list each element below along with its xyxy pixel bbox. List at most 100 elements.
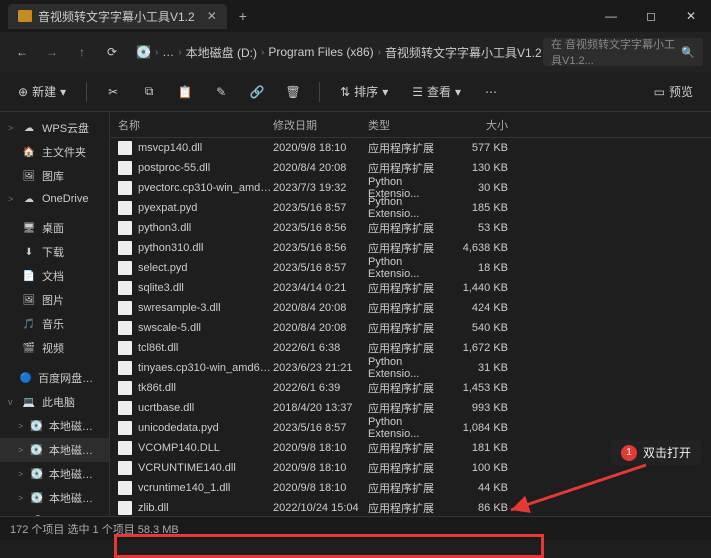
refresh-button[interactable]: ⟳ [98, 38, 126, 66]
col-name[interactable]: 名称 [118, 117, 273, 133]
file-name: ucrtbase.dll [138, 402, 273, 414]
sidebar-item[interactable]: 🏠主文件夹 [0, 140, 109, 164]
file-size: 18 KB [448, 262, 518, 274]
sidebar-icon: 🎬 [22, 341, 36, 355]
forward-button[interactable]: → [38, 38, 66, 66]
file-row[interactable]: pvectorc.cp310-win_amd64.pyd2023/7/3 19:… [110, 178, 711, 198]
file-size: 30 KB [448, 182, 518, 194]
more-button[interactable]: ⋯ [477, 81, 505, 103]
sidebar-item[interactable]: 🖥桌面 [0, 216, 109, 240]
sidebar-item[interactable]: >💽本地磁盘 (E:) [0, 462, 109, 486]
file-size: 577 KB [448, 142, 518, 154]
file-row[interactable]: python310.dll2023/5/16 8:56应用程序扩展4,638 K… [110, 238, 711, 258]
rename-button[interactable]: ✎ [207, 81, 235, 103]
file-row[interactable]: pyexpat.pyd2023/5/16 8:57Python Extensio… [110, 198, 711, 218]
sidebar-item[interactable]: 🔵百度网盘同步空间 [0, 366, 109, 390]
file-type: 应用程序扩展 [368, 380, 448, 396]
file-type: 应用程序扩展 [368, 460, 448, 476]
file-date: 2023/4/14 0:21 [273, 282, 368, 294]
search-input[interactable]: 在 音视频转文字字幕小工具V1.2... 🔍 [543, 38, 703, 66]
chevron-icon: > [18, 493, 24, 503]
sidebar-icon: 💽 [30, 491, 42, 505]
sidebar-item[interactable]: v💻此电脑 [0, 390, 109, 414]
breadcrumb[interactable]: 💽 › … › 本地磁盘 (D:) › Program Files (x86) … [128, 38, 541, 66]
file-row[interactable]: postproc-55.dll2020/8/4 20:08应用程序扩展130 K… [110, 158, 711, 178]
file-row[interactable]: tk86t.dll2022/6/1 6:39应用程序扩展1,453 KB [110, 378, 711, 398]
file-date: 2023/6/23 21:21 [273, 362, 368, 374]
crumb[interactable]: 音视频转文字字幕小工具V1.2 [385, 44, 541, 61]
file-type: 应用程序扩展 [368, 320, 448, 336]
sidebar-item[interactable]: 🖼图库 [0, 164, 109, 188]
file-row[interactable]: select.pyd2023/5/16 8:57Python Extensio.… [110, 258, 711, 278]
sidebar-item[interactable]: 🖼图片 [0, 288, 109, 312]
file-row[interactable]: unicodedata.pyd2023/5/16 8:57Python Exte… [110, 418, 711, 438]
sidebar-label: OneDrive [42, 193, 88, 205]
up-button[interactable]: ↑ [68, 38, 96, 66]
delete-button[interactable]: 🗑 [279, 81, 307, 103]
col-date[interactable]: 修改日期 [273, 117, 368, 133]
sidebar-item[interactable]: >☁OneDrive [0, 188, 109, 210]
cut-button[interactable]: ✂ [99, 81, 127, 103]
file-date: 2023/5/16 8:57 [273, 202, 368, 214]
sidebar-item[interactable]: >💽本地磁盘 (C:) [0, 414, 109, 438]
file-date: 2022/6/1 6:38 [273, 342, 368, 354]
file-size: 993 KB [448, 402, 518, 414]
share-button[interactable]: 🔗 [243, 81, 271, 103]
file-size: 181 KB [448, 442, 518, 454]
sidebar-label: 115 (\\CloudDi...) [48, 515, 101, 516]
file-type: 应用程序扩展 [368, 220, 448, 236]
file-date: 2023/5/16 8:57 [273, 422, 368, 434]
file-name: VCOMP140.DLL [138, 442, 273, 454]
sidebar-item[interactable]: >💽本地磁盘 (D:) [0, 438, 109, 462]
file-row[interactable]: zlib.dll2022/10/24 15:04应用程序扩展86 KB [110, 498, 711, 516]
col-size[interactable]: 大小 [448, 117, 518, 133]
file-row[interactable]: vcruntime140_1.dll2020/9/8 18:10应用程序扩展44… [110, 478, 711, 498]
crumb[interactable]: Program Files (x86) [268, 45, 373, 59]
tab-close-icon[interactable]: ✕ [207, 9, 217, 23]
file-row[interactable]: sqlite3.dll2023/4/14 0:21应用程序扩展1,440 KB [110, 278, 711, 298]
new-button[interactable]: ⊕ 新建 ▾ [10, 79, 74, 104]
maximize-button[interactable]: ◻ [631, 0, 671, 32]
view-button[interactable]: ☰ 查看 ▾ [404, 79, 469, 104]
window-tab[interactable]: 音视频转文字字幕小工具V1.2 ✕ [8, 4, 227, 29]
sidebar-icon: 🖼 [22, 293, 36, 307]
file-type: Python Extensio... [368, 416, 448, 440]
file-row[interactable]: python3.dll2023/5/16 8:56应用程序扩展53 KB [110, 218, 711, 238]
annotation-number: 1 [621, 445, 637, 461]
crumb[interactable]: 本地磁盘 (D:) [186, 44, 257, 61]
file-row[interactable]: ucrtbase.dll2018/4/20 13:37应用程序扩展993 KB [110, 398, 711, 418]
minimize-button[interactable]: — [591, 0, 631, 32]
sidebar-item[interactable]: >☁WPS云盘 [0, 116, 109, 140]
sidebar-item[interactable]: >💽本地磁盘 (F:) [0, 486, 109, 510]
file-row[interactable]: tcl86t.dll2022/6/1 6:38应用程序扩展1,672 KB [110, 338, 711, 358]
copy-button[interactable]: ⧉ [135, 80, 163, 103]
new-tab-button[interactable]: + [227, 8, 259, 24]
sidebar-label: 本地磁盘 (C:) [49, 418, 101, 434]
sidebar-item[interactable]: 📄文档 [0, 264, 109, 288]
file-name: tinyaes.cp310-win_amd64.pyd [138, 362, 273, 374]
close-button[interactable]: ✕ [671, 0, 711, 32]
file-date: 2022/10/24 15:04 [273, 502, 368, 514]
file-row[interactable]: tinyaes.cp310-win_amd64.pyd2023/6/23 21:… [110, 358, 711, 378]
file-type: 应用程序扩展 [368, 140, 448, 156]
paste-button[interactable]: 📋 [171, 81, 199, 103]
back-button[interactable]: ← [8, 38, 36, 66]
col-type[interactable]: 类型 [368, 117, 448, 133]
file-type: 应用程序扩展 [368, 480, 448, 496]
file-size: 540 KB [448, 322, 518, 334]
sidebar-item[interactable]: 🎬 视频 [0, 336, 109, 360]
file-row[interactable]: swscale-5.dll2020/8/4 20:08应用程序扩展540 KB [110, 318, 711, 338]
sidebar-item[interactable]: ⬇下载 [0, 240, 109, 264]
file-type: 应用程序扩展 [368, 340, 448, 356]
file-size: 1,453 KB [448, 382, 518, 394]
file-type: 应用程序扩展 [368, 240, 448, 256]
file-name: zlib.dll [138, 502, 273, 514]
column-headers[interactable]: 名称 修改日期 类型 大小 [110, 112, 711, 138]
sidebar-item[interactable]: 🎵音乐 [0, 312, 109, 336]
file-row[interactable]: swresample-3.dll2020/8/4 20:08应用程序扩展424 … [110, 298, 711, 318]
sidebar-label: 视频 [42, 340, 64, 356]
file-row[interactable]: msvcp140.dll2020/9/8 18:10应用程序扩展577 KB [110, 138, 711, 158]
details-pane-button[interactable]: ▭ 预览 [646, 79, 701, 104]
sort-button[interactable]: ⇅ 排序 ▾ [332, 79, 396, 104]
sidebar-item[interactable]: >🔗115 (\\CloudDi...) [0, 510, 109, 516]
